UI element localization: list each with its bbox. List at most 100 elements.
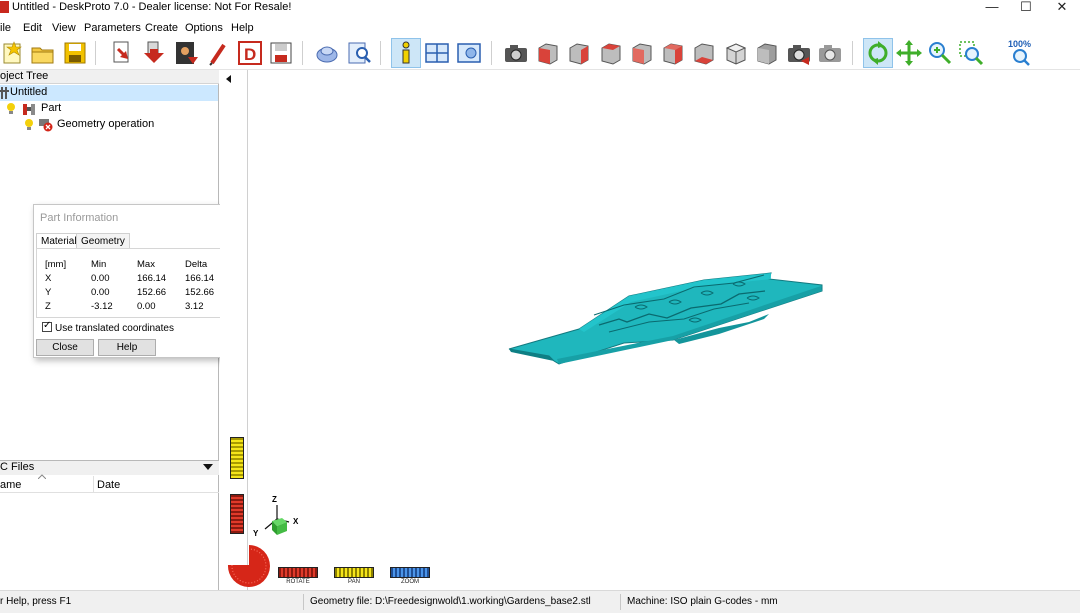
tree-item-untitled[interactable]: Untitled	[0, 85, 218, 101]
tab-material[interactable]: Material	[36, 233, 82, 249]
rotate-slider[interactable]	[278, 567, 318, 578]
row-axis: Y	[45, 287, 52, 298]
part-information-dialog: Part Information Material Geometry [mm] …	[33, 204, 239, 358]
close-button[interactable]: Close	[36, 339, 94, 356]
menu-bar: ile Edit View Parameters Create Options …	[0, 19, 1080, 37]
dialog-title: Part Information	[40, 212, 119, 224]
part-icon	[23, 104, 35, 115]
rotate-slider-vertical[interactable]	[230, 494, 244, 534]
tree-item-geometry-operation[interactable]: Geometry operation	[0, 117, 218, 133]
save-as-icon[interactable]	[267, 39, 295, 67]
nc-files-panel: C Files ame Date	[0, 460, 219, 590]
geometry-operation-icon	[39, 119, 53, 132]
new-file-icon[interactable]	[0, 39, 28, 67]
menu-file[interactable]: ile	[0, 22, 11, 34]
status-machine: Machine: ISO plain G-codes - mm	[627, 596, 778, 607]
pan-slider[interactable]	[334, 567, 374, 578]
zoom-window-icon[interactable]	[957, 39, 985, 67]
axis-cube-icon	[264, 505, 290, 535]
nc-files-header: C Files	[0, 461, 219, 475]
help-button[interactable]: Help	[98, 339, 156, 356]
row-delta: 166.14	[185, 273, 215, 284]
zoom-100-icon[interactable]: 100%	[1006, 39, 1036, 67]
status-separator	[620, 594, 621, 610]
table-header-max: Max	[137, 259, 155, 270]
view-gray-icon[interactable]	[753, 39, 781, 67]
project-tree-header: oject Tree	[0, 70, 219, 84]
view-icon[interactable]	[455, 39, 483, 67]
chevron-down-icon[interactable]	[203, 464, 213, 472]
view-bottom-icon[interactable]	[690, 39, 718, 67]
tree-item-part[interactable]: Part	[0, 101, 218, 117]
part-search-icon[interactable]	[345, 39, 373, 67]
menu-options[interactable]: Options	[185, 22, 223, 34]
tab-geometry[interactable]: Geometry	[76, 233, 130, 249]
zoom-slider[interactable]	[390, 567, 430, 578]
toolbar-separator	[302, 41, 303, 65]
window-title: Untitled - DeskProto 7.0 - Dealer licens…	[12, 1, 292, 13]
status-help-text: r Help, press F1	[0, 596, 72, 607]
menu-create[interactable]: Create	[145, 22, 178, 34]
sort-indicator-icon	[38, 474, 46, 479]
zoom-label: ZOOM	[401, 579, 419, 585]
import-arrow-icon[interactable]	[140, 39, 168, 67]
lightbulb-icon	[7, 103, 15, 114]
export-image-icon[interactable]	[172, 39, 200, 67]
checkbox-box[interactable]	[42, 320, 52, 332]
camera-gray-icon[interactable]	[816, 39, 844, 67]
pen-icon[interactable]	[204, 39, 232, 67]
menu-help[interactable]: Help	[231, 22, 254, 34]
row-axis: X	[45, 273, 52, 284]
import-icon[interactable]	[108, 39, 136, 67]
menu-edit[interactable]: Edit	[23, 22, 42, 34]
open-folder-icon[interactable]	[29, 39, 57, 67]
view-back-icon[interactable]	[565, 39, 593, 67]
close-window-button[interactable]: ✕	[1045, 0, 1079, 15]
table-header-unit: [mm]	[45, 259, 67, 270]
main-toolbar: D 100%	[0, 36, 1080, 70]
view-iso-icon[interactable]	[722, 39, 750, 67]
layout-icon[interactable]	[423, 39, 451, 67]
rotate-label: ROTATE	[286, 579, 310, 585]
pan-label: PAN	[348, 579, 360, 585]
snapshot-camera-icon[interactable]	[502, 39, 530, 67]
deskproto-d-icon[interactable]: D	[236, 39, 264, 67]
toolbar-separator	[852, 41, 853, 65]
menu-parameters[interactable]: Parameters	[84, 22, 141, 34]
use-translated-coordinates-checkbox[interactable]: Use translated coordinates	[42, 320, 174, 334]
deskproto-app-icon[interactable]	[0, 1, 9, 13]
nc-files-columns: ame Date	[0, 474, 219, 493]
minimize-button[interactable]: —	[975, 0, 1009, 15]
nc-column-date[interactable]: Date	[97, 479, 120, 491]
camera-red-icon[interactable]	[785, 39, 813, 67]
row-min: -3.12	[91, 301, 113, 312]
nc-column-name[interactable]: ame	[0, 479, 21, 491]
view-right-icon[interactable]	[628, 39, 656, 67]
view-top-icon[interactable]	[659, 39, 687, 67]
collapse-arrow-icon[interactable]	[225, 75, 233, 85]
view-front-icon[interactable]	[534, 39, 562, 67]
3d-viewport[interactable]: Z Y X	[249, 70, 1080, 590]
column-divider	[93, 476, 94, 492]
pan-slider-vertical[interactable]	[230, 437, 244, 479]
maximize-button[interactable]: ☐	[1009, 0, 1043, 15]
tree-item-label: Geometry operation	[57, 118, 155, 130]
status-bar: r Help, press F1 Geometry file: D:\Freed…	[0, 590, 1080, 613]
rotate-wheel[interactable]	[226, 543, 272, 587]
zoom-tool-icon[interactable]	[926, 39, 954, 67]
rotate-tool-icon[interactable]	[863, 38, 893, 68]
save-icon[interactable]	[61, 39, 89, 67]
part-dimensions-table: [mm] Min Max Delta X 0.00 166.14 166.14 …	[36, 248, 236, 318]
view-left-icon[interactable]	[597, 39, 625, 67]
svg-text:D: D	[244, 45, 256, 64]
status-separator	[303, 594, 304, 610]
checkbox-label: Use translated coordinates	[55, 323, 174, 334]
toolbar-separator	[491, 41, 492, 65]
title-bar: Untitled - DeskProto 7.0 - Dealer licens…	[0, 0, 1080, 16]
info-icon[interactable]	[391, 38, 421, 68]
part-shape-icon[interactable]	[313, 39, 341, 67]
pan-tool-icon[interactable]	[895, 39, 923, 67]
axis-indicator: Z Y X	[252, 495, 307, 540]
row-max: 0.00	[137, 301, 156, 312]
menu-view[interactable]: View	[52, 22, 76, 34]
